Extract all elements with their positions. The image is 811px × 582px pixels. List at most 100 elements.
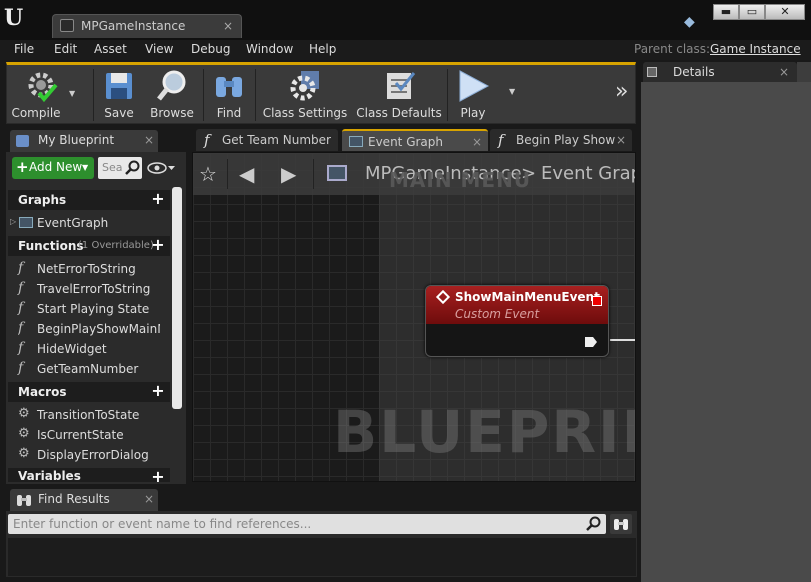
find-button[interactable]: Find <box>207 67 251 123</box>
find-results-tab-label: Find Results <box>38 492 110 506</box>
menu-view[interactable]: View <box>145 42 173 56</box>
nav-separator <box>227 159 228 189</box>
functions-section-header[interactable]: Functions (1 Overridable) + <box>8 236 170 256</box>
details-panel <box>641 82 811 582</box>
function-icon: f <box>204 131 210 149</box>
add-macro-icon[interactable]: + <box>150 383 166 399</box>
function-icon: f <box>18 300 24 316</box>
class-settings-label: Class Settings <box>262 106 348 120</box>
add-variable-icon[interactable]: + <box>150 469 166 483</box>
class-defaults-label: Class Defaults <box>356 106 442 120</box>
variables-section-label: Variables <box>18 469 81 482</box>
toolbar-separator <box>203 69 204 121</box>
binoculars-icon <box>614 519 628 530</box>
my-blueprint-icon <box>16 135 29 147</box>
find-references-input[interactable]: Enter function or event name to find ref… <box>8 514 606 534</box>
binoculars-icon <box>17 495 31 506</box>
find-results-tab[interactable]: Find Results × <box>10 489 158 511</box>
minimize-button[interactable]: ▬ <box>713 4 739 20</box>
forward-arrow-icon[interactable]: ▶ <box>281 162 296 186</box>
browse-button[interactable]: Browse <box>145 67 199 123</box>
delegate-pin[interactable] <box>592 296 602 306</box>
find-results-list <box>8 538 636 576</box>
close-tab-icon[interactable]: × <box>144 133 154 147</box>
macros-section-label: Macros <box>18 385 67 399</box>
unreal-logo-icon: U <box>4 5 24 31</box>
graph-label: EventGraph <box>37 216 109 230</box>
menu-asset[interactable]: Asset <box>94 42 127 56</box>
maximize-button[interactable]: ▭ <box>739 4 765 20</box>
compile-label: Compile <box>11 106 61 120</box>
add-new-button[interactable]: + Add New ▼ <box>12 157 94 179</box>
list-item-function[interactable]: f BeginPlayShowMainM <box>18 319 160 339</box>
graphs-section-header[interactable]: Graphs + <box>8 190 170 210</box>
function-icon: f <box>18 320 24 336</box>
exec-output-pin[interactable] <box>584 336 598 348</box>
close-tab-icon[interactable]: × <box>616 133 626 147</box>
breadcrumb-current: Event Graph <box>541 163 635 184</box>
close-tab-icon[interactable]: × <box>472 135 482 149</box>
play-options-dropdown-icon[interactable]: ▼ <box>509 87 515 96</box>
add-graph-icon[interactable]: + <box>150 191 166 207</box>
function-icon: f <box>18 360 24 376</box>
toolbar-overflow-icon[interactable]: » <box>615 79 628 104</box>
class-settings-gear-icon <box>290 71 319 101</box>
expand-arrow-icon[interactable]: ▷ <box>10 217 16 226</box>
comment-title[interactable]: MAIN MENU <box>389 168 531 192</box>
macro-label: TransitionToState <box>37 408 140 422</box>
browse-label: Browse <box>150 106 194 120</box>
back-arrow-icon[interactable]: ◀ <box>239 162 254 186</box>
class-defaults-button[interactable]: Class Defaults <box>355 67 443 123</box>
parent-class-link[interactable]: Game Instance <box>710 42 801 56</box>
close-tab-icon[interactable]: × <box>223 19 233 33</box>
find-global-button[interactable] <box>610 514 632 534</box>
save-button[interactable]: Save <box>97 67 141 123</box>
tab-event-graph[interactable]: Event Graph × <box>342 129 488 151</box>
add-function-icon[interactable]: + <box>150 237 166 253</box>
compile-gear-icon <box>28 72 58 103</box>
function-label: TravelErrorToString <box>37 282 151 296</box>
function-label: NetErrorToString <box>37 262 136 276</box>
add-new-label: Add New <box>29 160 83 174</box>
macro-gear-icon: ⚙ <box>18 426 30 441</box>
learning-cap-icon[interactable]: ◆ <box>684 14 702 30</box>
variables-section-header[interactable]: Variables + <box>8 468 170 482</box>
view-options-eye-icon[interactable] <box>147 161 177 175</box>
details-tab[interactable]: Details × <box>643 62 797 82</box>
menu-window[interactable]: Window <box>246 42 293 56</box>
tab-get-team-number[interactable]: f Get Team Number <box>196 129 338 151</box>
menu-file[interactable]: File <box>14 42 34 56</box>
macro-label: IsCurrentState <box>37 428 124 442</box>
toolbar-separator <box>255 69 256 121</box>
function-icon: f <box>18 260 24 276</box>
menu-help[interactable]: Help <box>309 42 336 56</box>
magnifier-icon <box>157 70 186 101</box>
close-tab-icon[interactable]: × <box>779 65 789 79</box>
document-tab[interactable]: MPGameInstance × <box>52 14 242 38</box>
class-settings-button[interactable]: Class Settings <box>259 67 351 123</box>
menu-edit[interactable]: Edit <box>54 42 77 56</box>
search-icon <box>586 516 601 531</box>
left-panel-scrollbar[interactable] <box>172 187 182 409</box>
macros-section-header[interactable]: Macros + <box>8 382 170 402</box>
compile-options-dropdown-icon[interactable]: ▼ <box>69 89 75 98</box>
play-button[interactable]: Play <box>451 67 495 123</box>
find-placeholder: Enter function or event name to find ref… <box>13 517 312 531</box>
close-window-button[interactable]: ✕ <box>765 4 805 20</box>
my-blueprint-tab[interactable]: My Blueprint × <box>10 130 158 152</box>
list-item-eventgraph[interactable]: ▷ EventGraph <box>8 213 168 233</box>
parent-class-label: Parent class: <box>634 42 711 56</box>
custom-event-node[interactable]: ShowMainMenuEvent Custom Event <box>425 285 609 357</box>
search-input[interactable]: Sea <box>98 157 142 179</box>
compile-button[interactable]: Compile ▼ <box>9 67 75 123</box>
tab-begin-play-show[interactable]: f Begin Play Show × <box>490 129 632 151</box>
play-triangle-icon <box>459 70 490 102</box>
node-subtitle: Custom Event <box>455 307 540 321</box>
exec-wire <box>610 339 635 341</box>
tab-label: Get Team Number <box>222 133 331 147</box>
graph-canvas[interactable]: ☆ ◀ ▶ MPGameInstance > Event Graph MAIN … <box>192 152 636 482</box>
favorite-star-icon[interactable]: ☆ <box>199 162 217 186</box>
menu-debug[interactable]: Debug <box>191 42 230 56</box>
event-graph-icon <box>19 217 33 228</box>
close-tab-icon[interactable]: × <box>144 492 154 506</box>
